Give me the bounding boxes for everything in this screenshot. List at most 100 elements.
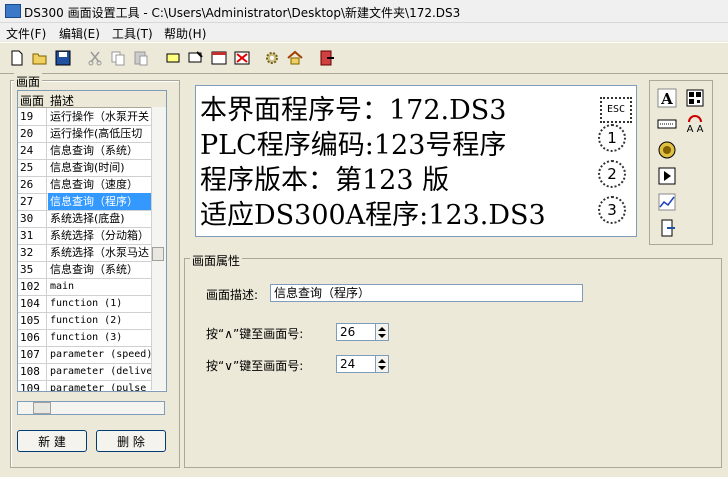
table-row[interactable]: 31 系统选择（分动箱） [18,227,152,245]
screen-group-title: 画面 [14,73,43,90]
preview-line-4[interactable]: 适应DS300A程序:123.DS3 [200,193,546,232]
table-row[interactable]: 106 function (3) [18,329,152,347]
home-icon[interactable] [286,49,304,67]
column-header-desc[interactable]: 描述 [50,92,74,109]
circle-button-icon[interactable] [657,140,677,160]
screen-desc-cell: 运行操作(高低压切 [50,127,143,140]
screen-desc-cell: parameter (pulse [50,383,147,392]
up-key-target-label: 按“∧”键至画面号: [206,327,304,341]
table-row[interactable]: 26 信息查询（速度） [18,176,152,194]
screen-id-cell: 35 [18,261,47,278]
preview-line-3[interactable]: 程序版本：第123 版 [200,158,449,197]
screen-desc-cell: parameter (speed) [50,349,153,360]
grid-header: 画面 描述 [18,91,166,108]
menu-tools[interactable]: 工具(T) [112,25,153,42]
screen-id-cell: 108 [18,363,47,380]
preview-line-1[interactable]: 本界面程序号：172.DS3 [200,88,506,127]
play-button-icon[interactable] [657,166,677,186]
table-row[interactable]: 32 系统选择（水泵马达 [18,244,152,262]
toolbar [0,42,728,74]
screen-desc-cell: parameter (delive [50,366,153,377]
table-row[interactable]: 35 信息查询（系统） [18,261,152,279]
numeric-field-icon[interactable] [657,114,677,134]
menu-help[interactable]: 帮助(H) [164,25,206,42]
screen-desc-cell: function (1) [50,298,123,309]
copy-icon[interactable] [109,49,127,67]
key-circle-2[interactable]: 2 [598,160,626,188]
window-title: DS300 画面设置工具 - C:\Users\Administrator\De… [24,6,461,20]
horizontal-scroll-thumb[interactable] [33,402,51,414]
table-row[interactable]: 107 parameter (speed) [18,346,152,364]
exit-icon[interactable] [318,49,336,67]
screen-desc-cell: main [50,281,75,292]
screen-desc-cell: 信息查询（程序） [48,193,154,210]
column-header-id[interactable]: 画面 [20,92,44,109]
paste-icon[interactable] [132,49,150,67]
settings-gear-icon[interactable] [263,49,281,67]
screen-desc-cell: 信息查询（系统） [50,144,138,157]
screen-desc-cell: 运行操作（水泵开关 [50,110,149,123]
down-key-spinner[interactable] [375,355,389,373]
vertical-scroll-thumb[interactable] [152,247,164,261]
screen-id-cell: 24 [18,142,47,159]
table-row[interactable]: 19 运行操作（水泵开关 [18,108,152,126]
table-row[interactable]: 30 系统选择(底盘) [18,210,152,228]
table-row[interactable]: 108 parameter (delive [18,363,152,381]
screen-desc-cell: 信息查询（速度） [50,178,138,191]
screen-id-cell: 31 [18,227,47,244]
text-A-icon[interactable]: A [657,88,677,108]
screen-desc-label: 画面描述: [206,288,259,302]
table-row[interactable]: 20 运行操作(高低压切 [18,125,152,143]
table-row[interactable]: 102 main [18,278,152,296]
up-key-spinner[interactable] [375,323,389,341]
screen-id-cell: 26 [18,176,47,193]
screen-id-cell: 30 [18,210,47,227]
screen-id-cell: 106 [18,329,47,346]
key-circle-3[interactable]: 3 [598,196,626,224]
key-circle-1[interactable]: 1 [598,124,626,152]
screen-desc-input[interactable]: 信息查询（程序） [270,284,583,302]
new-file-icon[interactable] [8,49,26,67]
table-row[interactable]: 24 信息查询（系统） [18,142,152,160]
qr-code-icon[interactable] [685,88,705,108]
cut-icon[interactable] [86,49,104,67]
window-icon[interactable] [210,49,228,67]
rectangle-icon[interactable] [164,49,182,67]
screen-id-cell: 27 [18,193,47,210]
delete-screen-icon[interactable] [233,49,251,67]
new-screen-button[interactable]: 新 建 [17,430,87,452]
table-row[interactable]: 109 parameter (pulse [18,380,152,392]
screen-desc-cell: function (3) [50,332,123,343]
screen-id-cell: 25 [18,159,47,176]
screen-id-cell: 19 [18,108,47,125]
screen-id-cell: 20 [18,125,47,142]
up-key-target-input[interactable]: 26 [336,323,376,341]
save-icon[interactable] [54,49,72,67]
menu-edit[interactable]: 编辑(E) [59,25,100,42]
open-folder-icon[interactable] [31,49,49,67]
table-row[interactable]: 27 信息查询（程序） [18,193,154,211]
exit-door-icon[interactable] [657,218,677,238]
screen-properties-title: 画面属性 [190,252,243,269]
screen-preview[interactable]: 本界面程序号：172.DS3 PLC程序编码:123号程序 程序版本：第123 … [195,85,637,237]
delete-screen-button[interactable]: 删 除 [96,430,166,452]
menu-file[interactable]: 文件(F) [6,25,46,42]
esc-key-element[interactable]: ESC [600,97,632,123]
down-key-target-input[interactable]: 24 [336,355,376,373]
screen-id-cell: 102 [18,278,47,295]
monitor-edit-icon[interactable] [187,49,205,67]
menu-bar: 文件(F) 编辑(E) 工具(T) 帮助(H) [0,23,728,41]
table-row[interactable]: 25 信息查询(时间) [18,159,152,177]
screen-list-grid[interactable]: 画面 描述 19 运行操作（水泵开关 20 运行操作(高低压切 24 信息查询（系统） 25… [17,90,167,392]
table-row[interactable]: 105 function (2) [18,312,152,330]
svg-text:A A: A A [687,124,704,134]
refresh-text-icon[interactable]: A A [685,114,705,134]
preview-line-2[interactable]: PLC程序编码:123号程序 [200,123,506,162]
screen-desc-cell: function (2) [50,315,123,326]
down-key-target-label: 按“∨”键至画面号: [206,359,304,373]
screen-desc-cell: 信息查询（系统） [50,263,138,276]
screen-id-cell: 105 [18,312,47,329]
table-row[interactable]: 104 function (1) [18,295,152,313]
screen-id-cell: 32 [18,244,47,261]
trend-chart-icon[interactable] [657,192,677,212]
